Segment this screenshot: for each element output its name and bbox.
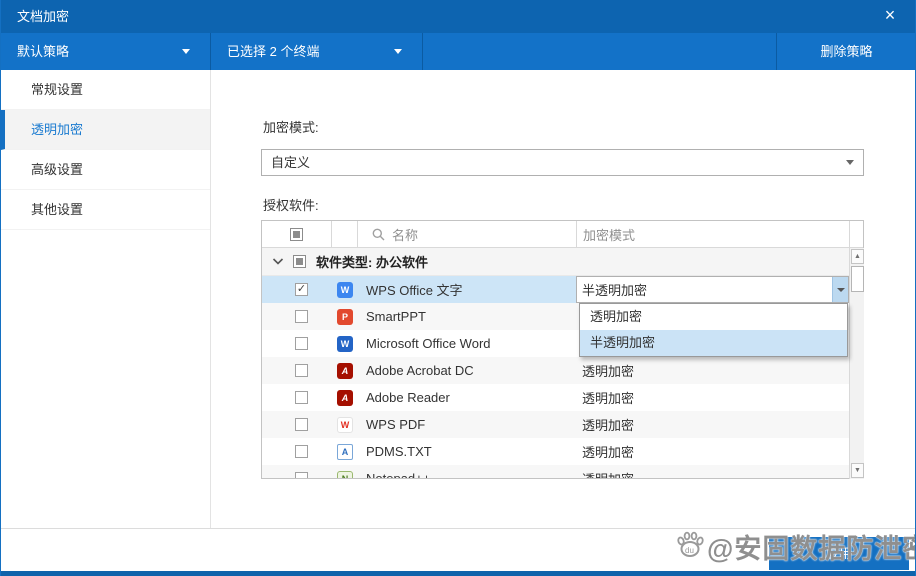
dialog-title: 文档加密 xyxy=(17,0,69,33)
row-checkbox[interactable] xyxy=(295,472,308,479)
caret-down-icon xyxy=(846,160,854,165)
title-bar: 文档加密 × xyxy=(1,0,915,33)
group-checkbox[interactable] xyxy=(293,255,306,268)
mode-dropdown-popup: 透明加密 半透明加密 xyxy=(579,303,848,357)
mode-option-semi-transparent[interactable]: 半透明加密 xyxy=(580,330,847,356)
software-mode: 透明加密 xyxy=(582,361,634,380)
software-mode: 透明加密 xyxy=(582,388,634,407)
sidebar-item-other[interactable]: 其他设置 xyxy=(1,190,210,230)
smartppt-icon: P xyxy=(337,309,353,325)
mode-option-transparent[interactable]: 透明加密 xyxy=(580,304,847,330)
software-mode: 透明加密 xyxy=(582,469,634,479)
table-row[interactable]: A PDMS.TXT 透明加密 xyxy=(262,438,863,465)
policy-dropdown-label: 默认策略 xyxy=(17,33,69,70)
mode-editor-value: 半透明加密 xyxy=(577,280,647,299)
sidebar-item-advanced[interactable]: 高级设置 xyxy=(1,150,210,190)
software-name: WPS Office 文字 xyxy=(358,280,463,299)
wps-writer-icon: W xyxy=(337,282,353,298)
toolbar-spacer xyxy=(423,33,777,70)
header-mode-cell[interactable]: 加密模式 xyxy=(576,221,849,247)
mode-editor-dropdown[interactable]: 半透明加密 xyxy=(576,276,849,303)
header-select-all-cell xyxy=(262,221,332,247)
check-icon: ✓ xyxy=(297,284,306,295)
scroll-down-icon[interactable]: ▼ xyxy=(851,463,864,478)
terminals-dropdown-label: 已选择 2 个终端 xyxy=(227,33,319,70)
software-name: WPS PDF xyxy=(358,417,425,432)
table-row[interactable]: N Notepad++ 透明加密 xyxy=(262,465,863,479)
delete-policy-button[interactable]: 删除策略 xyxy=(777,33,916,70)
adobe-reader-icon: A xyxy=(337,390,353,406)
group-label: 软件类型: 办公软件 xyxy=(316,252,428,271)
table-row[interactable]: ✓ W WPS Office 文字 半透明加密 xyxy=(262,276,863,303)
software-name: Microsoft Office Word xyxy=(358,336,491,351)
policy-dropdown[interactable]: 默认策略 xyxy=(1,33,211,70)
software-mode: 透明加密 xyxy=(582,442,634,461)
encryption-mode-select[interactable]: 自定义 xyxy=(261,149,864,176)
header-name-label: 名称 xyxy=(392,225,418,244)
scroll-up-icon[interactable]: ▲ xyxy=(851,249,864,264)
table-scrollbar[interactable]: ▲ ▼ xyxy=(849,248,864,479)
software-group-row[interactable]: 软件类型: 办公软件 xyxy=(262,248,863,276)
row-checkbox[interactable] xyxy=(295,310,308,323)
close-icon[interactable]: × xyxy=(875,0,905,33)
policy-toolbar: 默认策略 已选择 2 个终端 删除策略 xyxy=(1,33,915,70)
header-icon-cell xyxy=(332,221,358,247)
settings-sidebar: 常规设置 透明加密 高级设置 其他设置 xyxy=(1,70,211,528)
software-name: Notepad++ xyxy=(358,471,430,479)
authorized-software-label: 授权软件: xyxy=(263,195,319,214)
adobe-acrobat-icon: A xyxy=(337,363,353,379)
ms-word-icon: W xyxy=(337,336,353,352)
wps-pdf-icon: W xyxy=(337,417,353,433)
software-name: PDMS.TXT xyxy=(358,444,432,459)
software-name: Adobe Reader xyxy=(358,390,450,405)
row-checkbox[interactable]: ✓ xyxy=(295,283,308,296)
sidebar-item-transparent-encryption[interactable]: 透明加密 xyxy=(1,110,210,150)
table-row[interactable]: A Adobe Reader 透明加密 xyxy=(262,384,863,411)
mode-editor-button[interactable] xyxy=(832,277,848,302)
software-mode: 透明加密 xyxy=(582,415,634,434)
row-checkbox[interactable] xyxy=(295,337,308,350)
row-checkbox[interactable] xyxy=(295,445,308,458)
table-row[interactable]: A Adobe Acrobat DC 透明加密 xyxy=(262,357,863,384)
row-checkbox[interactable] xyxy=(295,418,308,431)
paw-icon: du xyxy=(673,528,707,565)
row-checkbox[interactable] xyxy=(295,364,308,377)
footer-divider xyxy=(1,528,915,529)
select-all-checkbox[interactable] xyxy=(290,228,303,241)
encryption-mode-value: 自定义 xyxy=(271,150,310,175)
document-encryption-dialog: 文档加密 × 默认策略 已选择 2 个终端 删除策略 常规设置 透明加密 高级设… xyxy=(0,0,916,576)
header-scrollbar-pad xyxy=(849,221,863,247)
row-checkbox[interactable] xyxy=(295,391,308,404)
encryption-mode-label: 加密模式: xyxy=(263,117,319,136)
table-header-row: 名称 加密模式 xyxy=(262,221,863,248)
caret-down-icon xyxy=(394,49,402,54)
table-row[interactable]: W WPS PDF 透明加密 xyxy=(262,411,863,438)
chevron-down-icon[interactable] xyxy=(272,257,284,266)
search-icon xyxy=(372,228,385,241)
pdms-txt-icon: A xyxy=(337,444,353,460)
software-name: Adobe Acrobat DC xyxy=(358,363,474,378)
window-bottom-border xyxy=(1,571,915,576)
header-name-cell[interactable]: 名称 xyxy=(358,221,576,247)
notepad-plus-plus-icon: N xyxy=(337,471,353,480)
terminals-dropdown[interactable]: 已选择 2 个终端 xyxy=(211,33,423,70)
scrollbar-thumb[interactable] xyxy=(851,266,864,292)
caret-down-icon xyxy=(182,49,190,54)
caret-down-icon xyxy=(837,288,845,292)
sidebar-item-general[interactable]: 常规设置 xyxy=(1,70,210,110)
software-name: SmartPPT xyxy=(358,309,426,324)
svg-text:du: du xyxy=(685,546,694,555)
header-mode-label: 加密模式 xyxy=(583,225,635,244)
apply-button[interactable]: 应用 xyxy=(769,537,909,570)
